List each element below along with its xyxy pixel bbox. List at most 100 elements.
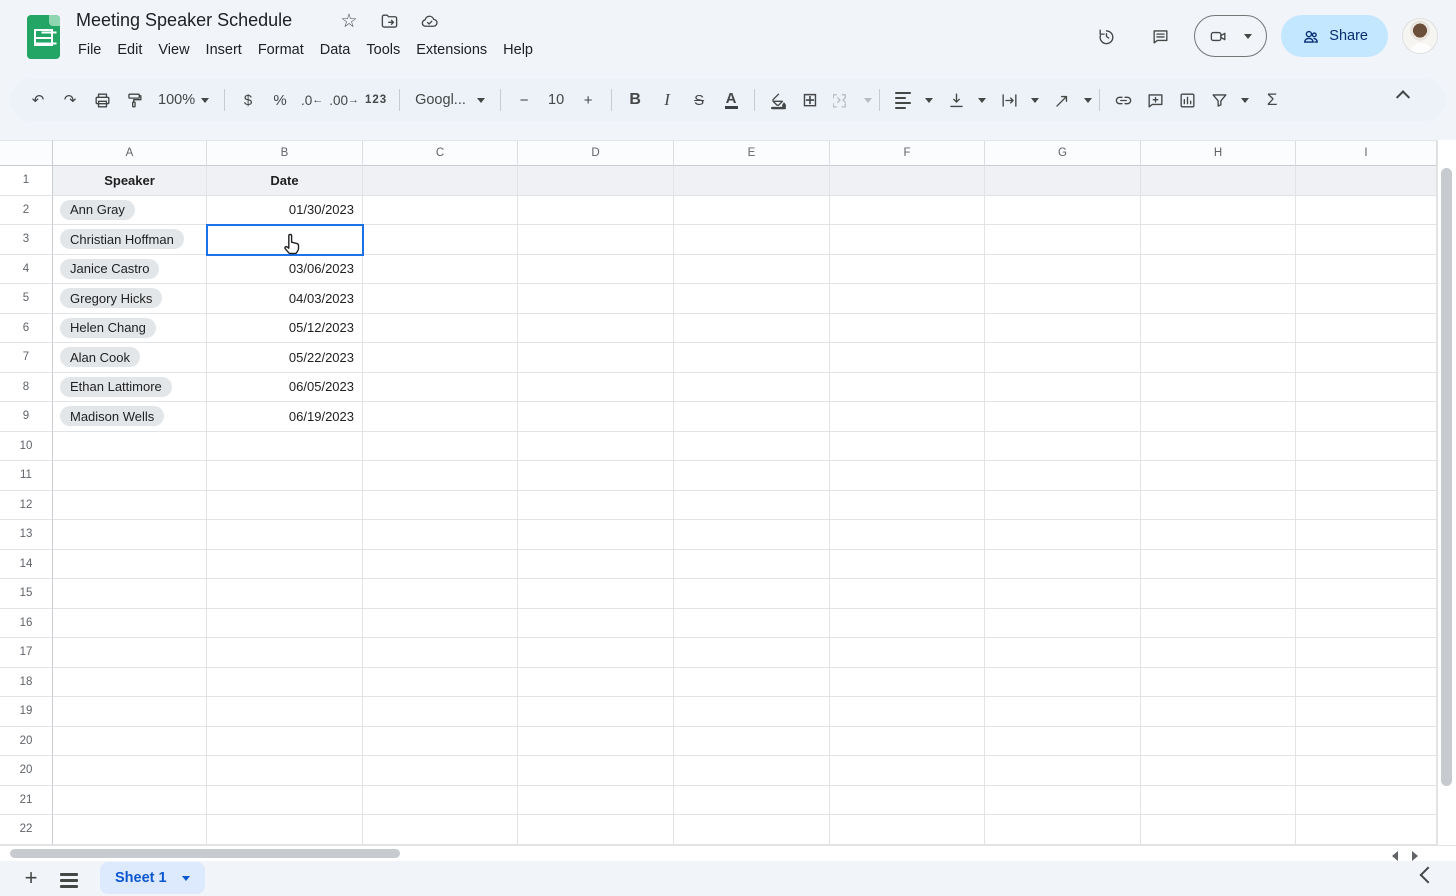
cell-I7[interactable] xyxy=(1296,343,1437,373)
cell-A12[interactable] xyxy=(53,491,207,521)
cell-A17[interactable] xyxy=(53,638,207,668)
column-header-B[interactable]: B xyxy=(207,140,363,166)
cell-G19[interactable] xyxy=(985,697,1141,727)
cell-F2[interactable] xyxy=(830,196,985,226)
cell-I3[interactable] xyxy=(1296,225,1437,255)
cell-B20[interactable] xyxy=(207,756,363,786)
menu-view[interactable]: View xyxy=(150,38,197,62)
cell-D15[interactable] xyxy=(518,579,674,609)
cell-E8[interactable] xyxy=(674,373,830,403)
cell-A5[interactable]: Gregory Hicks xyxy=(53,284,207,314)
cell-B5[interactable]: 04/03/2023 xyxy=(207,284,363,314)
decrease-font-size-icon[interactable]: − xyxy=(509,85,539,115)
cell-F4[interactable] xyxy=(830,255,985,285)
vertical-align-caret-icon[interactable] xyxy=(978,98,986,103)
cell-G17[interactable] xyxy=(985,638,1141,668)
cell-A21[interactable] xyxy=(53,786,207,816)
increase-font-size-icon[interactable]: + xyxy=(573,85,603,115)
cell-E7[interactable] xyxy=(674,343,830,373)
cell-C9[interactable] xyxy=(363,402,518,432)
format-currency-icon[interactable]: $ xyxy=(233,85,263,115)
row-header-19-18[interactable]: 19 xyxy=(0,697,53,727)
menu-tools[interactable]: Tools xyxy=(358,38,408,62)
row-header-1-0[interactable]: 1 xyxy=(0,166,53,196)
row-header-5-4[interactable]: 5 xyxy=(0,284,53,314)
cell-F1[interactable] xyxy=(830,166,985,196)
cell-H13[interactable] xyxy=(1141,520,1296,550)
row-header-15-14[interactable]: 15 xyxy=(0,579,53,609)
cell-C21[interactable] xyxy=(363,786,518,816)
cell-D19[interactable] xyxy=(518,697,674,727)
cell-A10[interactable] xyxy=(53,432,207,462)
cell-E21[interactable] xyxy=(674,786,830,816)
strikethrough-icon[interactable]: S xyxy=(684,85,714,115)
cell-F10[interactable] xyxy=(830,432,985,462)
cell-B22[interactable] xyxy=(207,815,363,845)
cell-E3[interactable] xyxy=(674,225,830,255)
cell-A20[interactable] xyxy=(53,727,207,757)
cell-G1[interactable] xyxy=(985,166,1141,196)
cell-A20[interactable] xyxy=(53,756,207,786)
row-header-14-13[interactable]: 14 xyxy=(0,550,53,580)
cell-E10[interactable] xyxy=(674,432,830,462)
row-header-11-10[interactable]: 11 xyxy=(0,461,53,491)
cell-H20[interactable] xyxy=(1141,756,1296,786)
cell-A4[interactable]: Janice Castro xyxy=(53,255,207,285)
cell-F7[interactable] xyxy=(830,343,985,373)
cell-B6[interactable]: 05/12/2023 xyxy=(207,314,363,344)
person-chip-2[interactable]: Ann Gray xyxy=(60,200,135,220)
cell-F16[interactable] xyxy=(830,609,985,639)
cell-A13[interactable] xyxy=(53,520,207,550)
row-header-9-8[interactable]: 9 xyxy=(0,402,53,432)
column-header-I[interactable]: I xyxy=(1296,140,1437,166)
cell-G15[interactable] xyxy=(985,579,1141,609)
cell-B7[interactable]: 05/22/2023 xyxy=(207,343,363,373)
hide-toolbar-button[interactable] xyxy=(1398,88,1422,112)
cell-I22[interactable] xyxy=(1296,815,1437,845)
menu-format[interactable]: Format xyxy=(250,38,312,62)
cell-C5[interactable] xyxy=(363,284,518,314)
cell-I16[interactable] xyxy=(1296,609,1437,639)
cell-E13[interactable] xyxy=(674,520,830,550)
cell-D14[interactable] xyxy=(518,550,674,580)
cell-C10[interactable] xyxy=(363,432,518,462)
cell-G18[interactable] xyxy=(985,668,1141,698)
cell-B17[interactable] xyxy=(207,638,363,668)
row-header-20-19[interactable]: 20 xyxy=(0,727,53,757)
cell-E11[interactable] xyxy=(674,461,830,491)
row-header-4-3[interactable]: 4 xyxy=(0,255,53,285)
cell-D12[interactable] xyxy=(518,491,674,521)
cell-A9[interactable]: Madison Wells xyxy=(53,402,207,432)
horizontal-align-caret-icon[interactable] xyxy=(925,98,933,103)
cell-E14[interactable] xyxy=(674,550,830,580)
cell-H19[interactable] xyxy=(1141,697,1296,727)
cell-I6[interactable] xyxy=(1296,314,1437,344)
cell-I21[interactable] xyxy=(1296,786,1437,816)
row-header-12-11[interactable]: 12 xyxy=(0,491,53,521)
menu-edit[interactable]: Edit xyxy=(109,38,150,62)
insert-comment-icon[interactable] xyxy=(1140,85,1170,115)
cell-C7[interactable] xyxy=(363,343,518,373)
comments-icon[interactable] xyxy=(1140,16,1180,56)
cell-G4[interactable] xyxy=(985,255,1141,285)
cell-D6[interactable] xyxy=(518,314,674,344)
cell-F12[interactable] xyxy=(830,491,985,521)
cell-I1[interactable] xyxy=(1296,166,1437,196)
cell-F6[interactable] xyxy=(830,314,985,344)
cell-F22[interactable] xyxy=(830,815,985,845)
person-chip-8[interactable]: Ethan Lattimore xyxy=(60,377,172,397)
undo-icon[interactable]: ↶ xyxy=(23,85,53,115)
cell-I11[interactable] xyxy=(1296,461,1437,491)
row-header-18-17[interactable]: 18 xyxy=(0,668,53,698)
cell-G9[interactable] xyxy=(985,402,1141,432)
cell-E12[interactable] xyxy=(674,491,830,521)
menu-extensions[interactable]: Extensions xyxy=(408,38,495,62)
cell-G14[interactable] xyxy=(985,550,1141,580)
menu-insert[interactable]: Insert xyxy=(198,38,250,62)
cell-A1[interactable]: Speaker xyxy=(53,166,207,196)
all-sheets-menu-icon[interactable] xyxy=(56,867,82,894)
cell-G16[interactable] xyxy=(985,609,1141,639)
cell-A19[interactable] xyxy=(53,697,207,727)
bold-icon[interactable]: B xyxy=(620,85,650,115)
cell-F3[interactable] xyxy=(830,225,985,255)
